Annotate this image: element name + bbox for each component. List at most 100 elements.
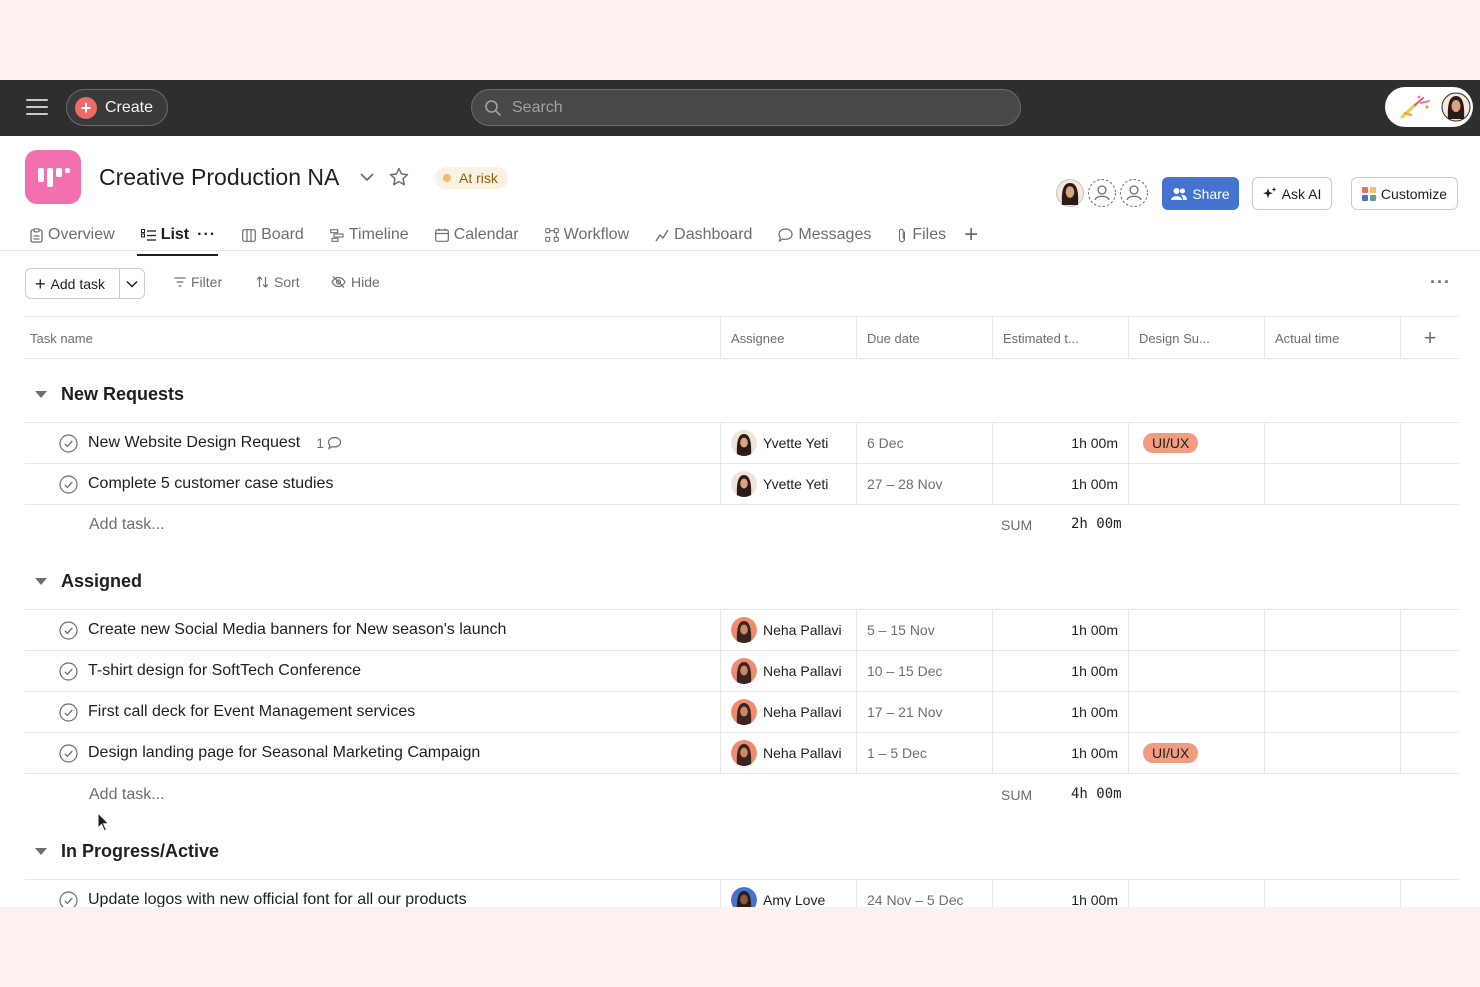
project-status-badge[interactable]: At risk: [435, 167, 508, 189]
task-name-cell[interactable]: Design landing page for Seasonal Marketi…: [25, 733, 720, 773]
check-circle-icon[interactable]: [59, 474, 78, 494]
tab-files[interactable]: Files: [897, 220, 946, 250]
assignee-cell[interactable]: Yvette Yeti: [720, 423, 856, 463]
design-subtype-cell[interactable]: [1128, 464, 1264, 504]
tab-timeline[interactable]: Timeline: [329, 220, 409, 250]
task-name-cell[interactable]: T-shirt design for SoftTech Conference: [25, 651, 720, 691]
hamburger-menu-icon[interactable]: [26, 99, 48, 117]
check-circle-icon[interactable]: [59, 433, 78, 453]
estimate-cell[interactable]: 1h 00m: [992, 651, 1128, 691]
tab-dashboard[interactable]: Dashboard: [655, 220, 752, 250]
table-row[interactable]: Update logos with new official font for …: [25, 879, 1459, 907]
column-actual-time[interactable]: Actual time: [1264, 317, 1400, 359]
design-subtype-cell[interactable]: UI/UX: [1128, 733, 1264, 773]
check-circle-icon[interactable]: [59, 620, 78, 640]
actual-time-cell[interactable]: [1264, 464, 1400, 504]
tab-list[interactable]: List ···: [136, 220, 219, 256]
section-header[interactable]: Assigned: [25, 566, 625, 596]
assignee-cell[interactable]: Amy Love: [720, 880, 856, 907]
add-task-button[interactable]: + Add task: [26, 269, 121, 298]
more-options-icon[interactable]: ···: [1430, 272, 1451, 293]
check-circle-icon[interactable]: [59, 743, 78, 763]
check-circle-icon[interactable]: [59, 661, 78, 681]
add-tab-icon[interactable]: +: [964, 220, 978, 250]
task-name-cell[interactable]: Create new Social Media banners for New …: [25, 610, 720, 650]
due-date-cell[interactable]: 5 – 15 Nov: [856, 610, 992, 650]
tag-uiux[interactable]: UI/UX: [1143, 743, 1199, 763]
filter-button[interactable]: Filter: [174, 274, 222, 290]
customize-button[interactable]: Customize: [1351, 177, 1458, 210]
estimate-cell[interactable]: 1h 00m: [992, 464, 1128, 504]
column-assignee[interactable]: Assignee: [720, 317, 856, 359]
due-date-cell[interactable]: 17 – 21 Nov: [856, 692, 992, 732]
task-name-cell[interactable]: Complete 5 customer case studies: [25, 464, 720, 504]
due-date-cell[interactable]: 10 – 15 Dec: [856, 651, 992, 691]
design-subtype-cell[interactable]: [1128, 880, 1264, 907]
table-row[interactable]: Complete 5 customer case studies Yvette …: [25, 463, 1459, 505]
task-name-cell[interactable]: First call deck for Event Management ser…: [25, 692, 720, 732]
section-header[interactable]: New Requests: [25, 379, 625, 409]
add-column-icon[interactable]: +: [1400, 317, 1459, 359]
task-name-cell[interactable]: Update logos with new official font for …: [25, 880, 720, 907]
assignee-cell[interactable]: Neha Pallavi: [720, 733, 856, 773]
caret-down-icon[interactable]: [35, 577, 47, 585]
tab-options-icon[interactable]: ···: [197, 226, 216, 244]
create-button[interactable]: + Create: [66, 89, 168, 126]
table-row[interactable]: First call deck for Event Management ser…: [25, 691, 1459, 732]
column-due-date[interactable]: Due date: [856, 317, 992, 359]
table-row[interactable]: Create new Social Media banners for New …: [25, 609, 1459, 650]
share-button[interactable]: Share: [1162, 177, 1239, 210]
user-avatar[interactable]: [1441, 91, 1471, 123]
comment-count[interactable]: 1: [316, 435, 342, 451]
invite-member-icon[interactable]: [1119, 178, 1149, 208]
estimate-cell[interactable]: 1h 00m: [992, 880, 1128, 907]
due-date-cell[interactable]: 24 Nov – 5 Dec: [856, 880, 992, 907]
hide-button[interactable]: Hide: [331, 274, 380, 290]
account-area[interactable]: [1385, 87, 1473, 127]
member-avatar[interactable]: [1055, 178, 1085, 208]
column-estimated-time[interactable]: Estimated t...: [992, 317, 1128, 359]
estimate-cell[interactable]: 1h 00m: [992, 733, 1128, 773]
add-task-inline[interactable]: Add task...: [89, 516, 165, 534]
task-name-cell[interactable]: New Website Design Request 1: [25, 423, 720, 463]
design-subtype-cell[interactable]: [1128, 692, 1264, 732]
actual-time-cell[interactable]: [1264, 610, 1400, 650]
star-icon[interactable]: [388, 166, 410, 188]
table-row[interactable]: New Website Design Request 1 Yvette Yeti…: [25, 422, 1459, 463]
assignee-cell[interactable]: Neha Pallavi: [720, 651, 856, 691]
design-subtype-cell[interactable]: [1128, 651, 1264, 691]
estimate-cell[interactable]: 1h 00m: [992, 423, 1128, 463]
tab-messages[interactable]: Messages: [778, 220, 871, 250]
section-header[interactable]: In Progress/Active: [25, 836, 625, 866]
assignee-cell[interactable]: Yvette Yeti: [720, 464, 856, 504]
estimate-cell[interactable]: 1h 00m: [992, 692, 1128, 732]
actual-time-cell[interactable]: [1264, 692, 1400, 732]
search-input[interactable]: Search: [471, 89, 1021, 126]
design-subtype-cell[interactable]: UI/UX: [1128, 423, 1264, 463]
check-circle-icon[interactable]: [59, 890, 78, 908]
chevron-down-icon[interactable]: [358, 168, 376, 186]
design-subtype-cell[interactable]: [1128, 610, 1264, 650]
assignee-cell[interactable]: Neha Pallavi: [720, 692, 856, 732]
actual-time-cell[interactable]: [1264, 423, 1400, 463]
tab-workflow[interactable]: Workflow: [544, 220, 629, 250]
actual-time-cell[interactable]: [1264, 733, 1400, 773]
due-date-cell[interactable]: 1 – 5 Dec: [856, 733, 992, 773]
table-row[interactable]: T-shirt design for SoftTech Conference N…: [25, 650, 1459, 691]
assignee-cell[interactable]: Neha Pallavi: [720, 610, 856, 650]
due-date-cell[interactable]: 6 Dec: [856, 423, 992, 463]
table-row[interactable]: Design landing page for Seasonal Marketi…: [25, 732, 1459, 774]
column-task-name[interactable]: Task name: [25, 317, 720, 359]
sort-button[interactable]: Sort: [256, 274, 300, 290]
tab-overview[interactable]: Overview: [30, 220, 115, 250]
check-circle-icon[interactable]: [59, 702, 78, 722]
estimate-cell[interactable]: 1h 00m: [992, 610, 1128, 650]
add-task-dropdown[interactable]: [120, 269, 144, 298]
tag-uiux[interactable]: UI/UX: [1143, 433, 1199, 453]
project-members[interactable]: [1055, 178, 1151, 210]
add-task-inline[interactable]: Add task...: [89, 786, 165, 804]
ask-ai-button[interactable]: Ask AI: [1252, 177, 1332, 210]
column-design-subtype[interactable]: Design Su...: [1128, 317, 1264, 359]
caret-down-icon[interactable]: [35, 390, 47, 398]
tab-calendar[interactable]: Calendar: [434, 220, 519, 250]
